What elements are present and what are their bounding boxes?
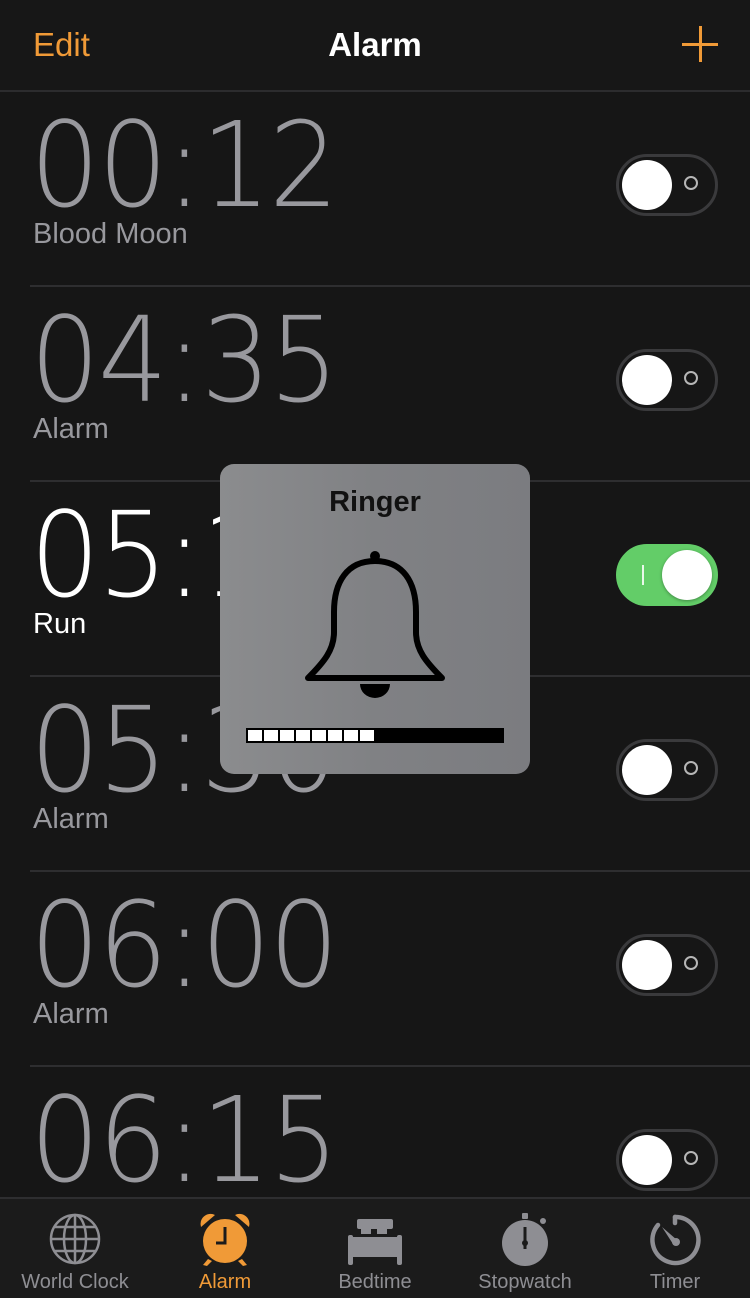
volume-segment: [360, 730, 374, 741]
toggle-off-indicator: [684, 371, 698, 385]
tab-label: Alarm: [198, 1271, 252, 1293]
volume-segment: [344, 730, 358, 741]
plus-icon[interactable]: [680, 26, 720, 66]
ringer-volume-hud: Ringer: [220, 464, 530, 774]
alarm-label: Alarm: [33, 413, 109, 445]
alarm-toggle[interactable]: [616, 544, 718, 606]
toggle-off-indicator: [684, 1151, 698, 1165]
alarm-toggle[interactable]: [616, 349, 718, 411]
alarm-label: Alarm: [33, 803, 109, 835]
volume-segment: [408, 730, 422, 741]
tab-label: Bedtime: [338, 1271, 412, 1293]
tab-alarm[interactable]: Alarm: [150, 1199, 300, 1298]
tab-bar: World Clock Alarm Bedtime Stopwatch Time…: [0, 1197, 750, 1298]
alarm-label: Blood Moon: [33, 218, 188, 250]
bed-icon: [348, 1219, 402, 1265]
toggle-knob: [622, 1135, 672, 1185]
alarm-time: 00:12: [30, 96, 339, 234]
stopwatch-icon: [502, 1213, 548, 1266]
alarm-time: 06:00: [30, 876, 339, 1014]
volume-segment: [440, 730, 454, 741]
volume-segment: [472, 730, 486, 741]
alarm-toggle[interactable]: [616, 1129, 718, 1191]
volume-segment: [328, 730, 342, 741]
volume-segment: [248, 730, 262, 741]
alarm-clock-icon: [200, 1213, 250, 1266]
toggle-knob: [622, 745, 672, 795]
tab-timer[interactable]: Timer: [600, 1199, 750, 1298]
volume-segment: [280, 730, 294, 741]
tab-label: Timer: [649, 1271, 701, 1293]
toggle-knob: [622, 160, 672, 210]
alarm-toggle[interactable]: [616, 739, 718, 801]
alarm-row[interactable]: 06:00 Alarm: [30, 872, 750, 1067]
volume-segment: [456, 730, 470, 741]
bell-icon: [305, 551, 445, 698]
toggle-on-indicator: [642, 565, 644, 585]
alarm-time: 04:35: [30, 291, 339, 429]
toggle-knob: [622, 940, 672, 990]
alarm-label: Run: [33, 608, 87, 640]
volume-segment: [392, 730, 406, 741]
volume-segment: [312, 730, 326, 741]
alarm-time: 06:15: [30, 1071, 339, 1209]
tab-world-clock[interactable]: World Clock: [0, 1199, 150, 1298]
globe-icon: [49, 1213, 101, 1265]
alarm-row[interactable]: 00:12 Blood Moon: [30, 92, 750, 287]
volume-segment: [296, 730, 310, 741]
toggle-off-indicator: [684, 761, 698, 775]
volume-segment: [264, 730, 278, 741]
volume-segment: [424, 730, 438, 741]
toggle-off-indicator: [684, 956, 698, 970]
alarm-toggle[interactable]: [616, 934, 718, 996]
alarm-label: Alarm: [33, 998, 109, 1030]
alarm-row[interactable]: 04:35 Alarm: [30, 287, 750, 482]
hud-title: Ringer: [329, 486, 421, 518]
tab-label: Stopwatch: [478, 1271, 572, 1293]
tab-label: World Clock: [21, 1271, 129, 1293]
toggle-knob: [622, 355, 672, 405]
volume-segment: [488, 730, 502, 741]
tab-stopwatch[interactable]: Stopwatch: [450, 1199, 600, 1298]
page-title: Alarm: [328, 26, 422, 63]
navigation-bar: Edit Alarm: [0, 0, 750, 92]
alarm-toggle[interactable]: [616, 154, 718, 216]
volume-segment: [376, 730, 390, 741]
volume-bar: [246, 728, 504, 743]
toggle-knob: [662, 550, 712, 600]
toggle-off-indicator: [684, 176, 698, 190]
tab-bedtime[interactable]: Bedtime: [300, 1199, 450, 1298]
timer-icon: [650, 1214, 701, 1266]
